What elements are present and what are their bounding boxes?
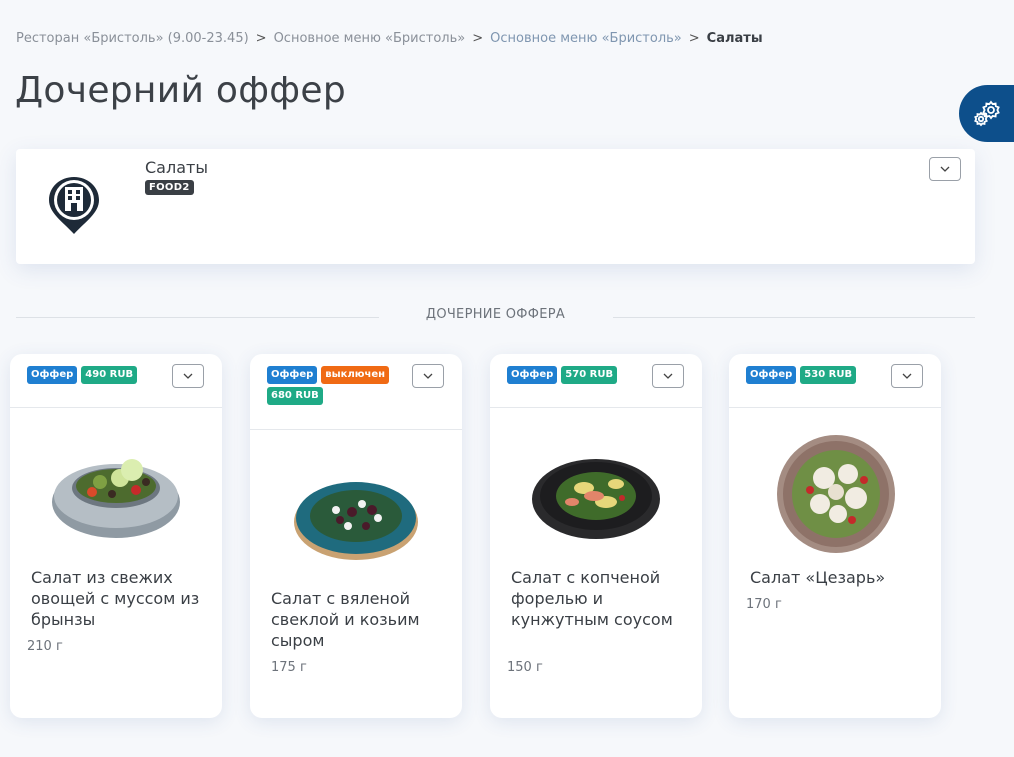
- card-menu-button[interactable]: [172, 364, 204, 388]
- offer-name: Салаты: [145, 158, 208, 177]
- breadcrumb-separator: >: [472, 31, 484, 46]
- card-menu-button[interactable]: [652, 364, 684, 388]
- offer-badge: Оффер: [267, 366, 318, 384]
- offer-badge: Оффер: [507, 366, 558, 384]
- dish-weight: 150 г: [507, 660, 543, 675]
- building-pin-icon: [49, 177, 99, 234]
- badge-group: Оффер 530 RUB: [746, 366, 876, 384]
- offer-card[interactable]: Оффер 570 RUB Салат с копченой форелью и…: [490, 354, 702, 718]
- badge-group: Оффер выключен 680 RUB: [267, 366, 397, 405]
- dish-weight: 175 г: [271, 660, 307, 675]
- chevron-down-icon: [183, 373, 193, 379]
- dish-name: Салат из свежих овощей с муссом из брынз…: [31, 568, 200, 629]
- chevron-down-icon: [423, 373, 433, 379]
- chevron-down-icon: [902, 373, 912, 379]
- offer-card[interactable]: Оффер 530 RUB Салат «Цезарь» 170 г: [729, 354, 941, 718]
- section-divider: ДОЧЕРНИЕ ОФФЕРА: [16, 306, 975, 324]
- breadcrumb-separator: >: [688, 31, 700, 46]
- dish-name: Салат «Цезарь»: [750, 568, 886, 587]
- offer-header-card: Салаты FOOD2: [16, 149, 975, 264]
- dish-name: Салат с вяленой свеклой и козьим сыром: [271, 589, 420, 650]
- offer-badge: Оффер: [746, 366, 797, 384]
- badge-group: Оффер 570 RUB: [507, 366, 637, 384]
- offer-menu-button[interactable]: [929, 157, 961, 181]
- dish-image: [777, 435, 895, 553]
- card-divider: [250, 429, 462, 430]
- offer-badge: Оффер: [27, 366, 78, 384]
- card-divider: [490, 407, 702, 408]
- price-badge: 490 RUB: [81, 366, 138, 384]
- dish-weight: 210 г: [27, 639, 63, 654]
- price-badge: 530 RUB: [800, 366, 857, 384]
- breadcrumb-item-restaurant[interactable]: Ресторан «Бристоль» (9.00-23.45): [16, 31, 249, 46]
- section-title: ДОЧЕРНИЕ ОФФЕРА: [425, 307, 566, 322]
- gear-icon: [974, 100, 1000, 126]
- breadcrumb-current: Салаты: [706, 31, 763, 46]
- card-divider: [729, 407, 941, 408]
- offer-card[interactable]: Оффер выключен 680 RUB Салат с вяленой с…: [250, 354, 462, 718]
- dish-image: [52, 459, 180, 538]
- card-menu-button[interactable]: [412, 364, 444, 388]
- breadcrumb-separator: >: [255, 31, 267, 46]
- breadcrumb-item-menu-link[interactable]: Основное меню «Бристоль»: [490, 31, 682, 46]
- chevron-down-icon: [663, 373, 673, 379]
- card-menu-button[interactable]: [891, 364, 923, 388]
- breadcrumb-item-menu[interactable]: Основное меню «Бристоль»: [274, 31, 466, 46]
- disabled-badge: выключен: [321, 366, 390, 384]
- dish-weight: 170 г: [746, 597, 782, 612]
- page-title: Дочерний оффер: [15, 70, 346, 111]
- offer-card[interactable]: Оффер 490 RUB Салат из свежих овощей с м…: [10, 354, 222, 718]
- dish-image: [532, 459, 660, 539]
- price-badge: 570 RUB: [561, 366, 618, 384]
- card-divider: [10, 407, 222, 408]
- dish-name: Салат с копченой форелью и кунжутным соу…: [511, 568, 673, 629]
- settings-button[interactable]: [959, 85, 1014, 142]
- breadcrumb: Ресторан «Бристоль» (9.00-23.45) > Основно…: [16, 31, 763, 46]
- dish-image: [294, 482, 418, 560]
- offer-code-badge: FOOD2: [145, 180, 194, 195]
- chevron-down-icon: [940, 166, 950, 172]
- badge-group: Оффер 490 RUB: [27, 366, 157, 384]
- price-badge: 680 RUB: [267, 387, 323, 405]
